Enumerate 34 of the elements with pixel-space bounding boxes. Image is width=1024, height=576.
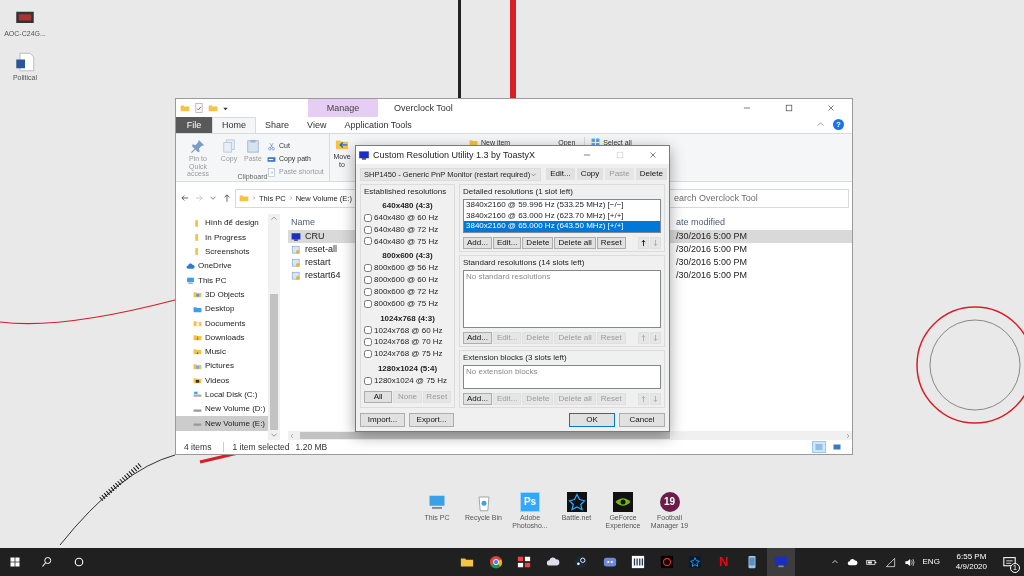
checkbox-label: 640x480 @ 75 Hz (374, 236, 439, 247)
checkbox-label: 1280x1024 @ 75 Hz (374, 376, 448, 386)
date-modified: /30/2016 5:00 PM (676, 257, 748, 268)
group-heading: Extension blocks (3 slots left) (463, 353, 568, 363)
file-name: restart64 (305, 270, 341, 281)
group-heading: Standard resolutions (14 slots left) (463, 258, 586, 268)
status-text: 1 item selected (223, 441, 290, 453)
date-modified: /30/2016 5:00 PM (676, 231, 748, 242)
checkbox-label: 640x480 @ 60 Hz (374, 213, 439, 223)
checkbox-label: 800x600 @ 72 Hz (374, 287, 439, 297)
dialog-title: Custom Resolution Utility 1.3 by ToastyX (373, 149, 535, 161)
status-text: 1.20 MB (295, 441, 328, 453)
empty-list-text: No extension blocks (465, 366, 539, 378)
checkbox-label: 1024x768 @ 60 Hz (374, 325, 443, 336)
date-modified: /30/2016 5:00 PM (676, 270, 748, 281)
group-title: 800x600 (4:3) (381, 250, 434, 263)
checkbox-label: 800x600 @ 60 Hz (374, 275, 439, 285)
file-name: restart (305, 257, 331, 268)
empty-list-text: No standard resolutions (465, 271, 552, 283)
checkbox-label: 1024x768 @ 70 Hz (374, 337, 443, 348)
group-heading: Established resolutions (364, 187, 448, 197)
checkbox-label: 800x600 @ 56 Hz (374, 263, 439, 274)
window-title: Overclock Tool (394, 102, 453, 114)
status-text: 4 items (184, 441, 212, 453)
group-title: 1024x768 (4:3) (379, 312, 436, 325)
checkbox-label: 800x600 @ 75 Hz (374, 298, 439, 309)
checkbox-label: 640x480 @ 72 Hz (374, 224, 439, 235)
file-name: reset-all (305, 244, 337, 255)
group-title: 1280x1024 (5:4) (376, 362, 439, 375)
group-heading: Detailed resolutions (1 slot left) (463, 187, 574, 197)
group-title: 640x480 (4:3) (381, 200, 434, 212)
checkbox-label: 1024x768 @ 75 Hz (374, 349, 443, 359)
date-modified: /30/2016 5:00 PM (676, 244, 748, 255)
file-name: CRU (305, 231, 325, 242)
